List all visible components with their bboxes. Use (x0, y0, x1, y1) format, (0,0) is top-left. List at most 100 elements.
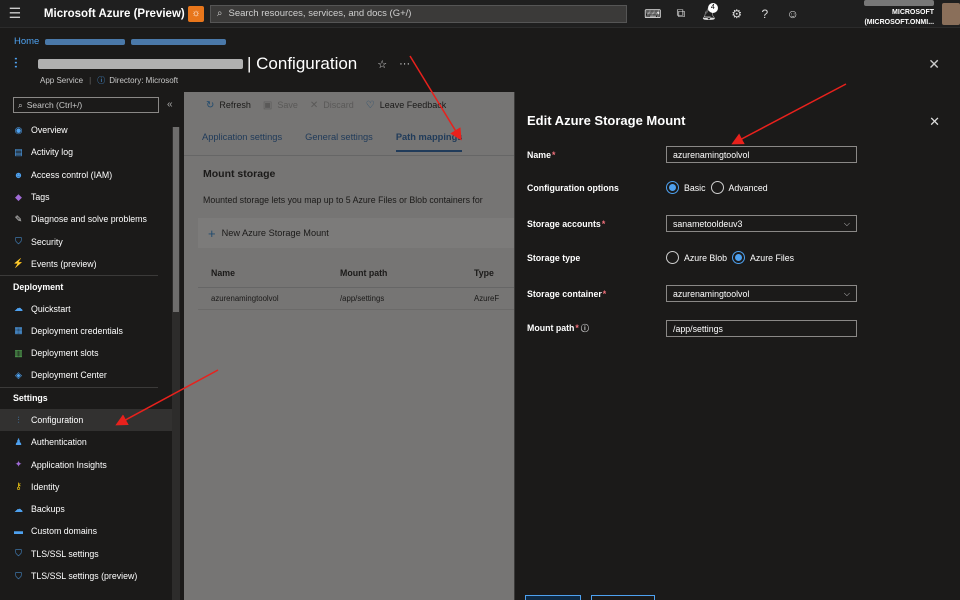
account-menu[interactable]: MICROSOFT (MICROSOFT.ONMI... (821, 0, 935, 28)
gear-icon[interactable]: ⚙ (723, 0, 751, 28)
top-bar: ☰ Microsoft Azure (Preview) ☼ ⌕ Search r… (0, 0, 960, 28)
radio-azure-blob[interactable]: Azure Blob (666, 251, 727, 264)
sidebar-item-deployment-center[interactable]: ◈ Deployment Center (0, 364, 172, 386)
sidebar-item-tls-ssl-settings[interactable]: ⛉ TLS/SSL settings (0, 543, 172, 565)
sidebar-item-label: Backups (31, 504, 65, 515)
radio-azure-blob-label[interactable]: Azure Blob (684, 253, 727, 263)
sidebar-item-tls-ssl-settings-preview[interactable]: ⛉ TLS/SSL settings (preview) (0, 565, 172, 587)
tab-general-settings[interactable]: General settings (305, 132, 373, 152)
close-page-icon[interactable]: ✕ (928, 56, 940, 73)
avatar[interactable] (942, 2, 960, 25)
sidebar-item-label: Overview (31, 125, 68, 136)
menu-list: ◉ Overview ▤ Activity log ☻ Access control (I… (0, 119, 172, 587)
sidebar-item-identity[interactable]: ⚷ Identity (0, 476, 172, 498)
table-header: Name Mount path Type (198, 258, 514, 288)
tab-application-settings[interactable]: Application settings (202, 132, 282, 152)
menu-scrollbar[interactable] (172, 127, 180, 600)
sidebar-item-custom-domains[interactable]: ▬ Custom domains (0, 520, 172, 542)
sidebar-item-tags[interactable]: ◆ Tags (0, 186, 172, 208)
name-label: Name* (527, 150, 666, 160)
radio-basic[interactable]: Basic (666, 181, 706, 194)
storage-accounts-dropdown[interactable]: sanametooldeuv3 ⌵ (666, 215, 857, 232)
radio-azure-files[interactable]: Azure Files (732, 251, 794, 264)
refresh-button[interactable]: ↻ Refresh (206, 100, 251, 111)
page-subtitle: App Service | ⓘ Directory: Microsoft (40, 75, 178, 86)
sidebar-item-access-control-iam[interactable]: ☻ Access control (IAM) (0, 164, 172, 186)
sidebar-item-security[interactable]: ⛉ Security (0, 230, 172, 252)
page-title: | Configuration (247, 54, 358, 73)
cloud-shell-icon[interactable]: ⌨ (639, 0, 667, 28)
shield-icon: ⛉ (15, 548, 22, 559)
sidebar-item-overview[interactable]: ◉ Overview (0, 119, 172, 141)
radio-advanced-indicator[interactable] (710, 181, 724, 194)
section-description: Mounted storage lets you map up to 5 Azu… (203, 195, 483, 205)
radio-azure-blob-indicator[interactable] (666, 251, 679, 264)
bell-icon[interactable]: 🔔︎ 4 (695, 0, 723, 28)
mount-path-field[interactable]: /app/settings (666, 320, 857, 337)
leave-feedback-button[interactable]: ♡ Leave Feedback (366, 100, 447, 111)
row-name[interactable]: azurenamingtoolvol (198, 294, 340, 303)
global-search-input[interactable]: ⌕ Search resources, services, and docs (… (209, 4, 627, 23)
table-row[interactable]: azurenamingtoolvol /app/settings AzureF (198, 288, 514, 310)
sidebar-item-label: Custom domains (31, 526, 98, 537)
menu-icon[interactable]: ☰ (0, 0, 30, 28)
sidebar-item-diagnose-and-solve-problems[interactable]: ✎ Diagnose and solve problems (0, 208, 172, 230)
storage-container-dropdown[interactable]: azurenamingtoolvol ⌵ (666, 285, 857, 302)
sidebar-item-activity-log[interactable]: ▤ Activity log (0, 141, 172, 163)
discard-button[interactable]: ✕ Discard (310, 100, 354, 111)
menu-search-placeholder: Search (Ctrl+/) (26, 100, 83, 110)
sidebar-item-label: Activity log (31, 147, 74, 158)
settings-tabs: Application settings General settings Pa… (202, 132, 485, 152)
sidebar-item-deployment-slots[interactable]: ▥ Deployment slots (0, 342, 172, 364)
name-field[interactable]: azurenamingtoolvol (666, 146, 857, 163)
favorite-star-icon[interactable]: ☆ (377, 58, 387, 71)
sidebar-item-quickstart[interactable]: ☁ Quickstart (0, 297, 172, 319)
radio-azure-files-indicator[interactable] (732, 251, 746, 264)
radio-azure-files-label[interactable]: Azure Files (750, 253, 794, 263)
breadcrumb-home[interactable]: Home (14, 36, 39, 47)
required-marker: * (601, 218, 606, 229)
ok-button[interactable] (525, 595, 581, 600)
bug-icon[interactable]: ☼ (187, 5, 204, 22)
radio-advanced[interactable]: Advanced (710, 181, 768, 194)
feedback-icon[interactable]: ☺ (779, 0, 807, 28)
more-options-icon[interactable]: ··· (399, 58, 410, 70)
scrollbar-thumb[interactable] (173, 127, 179, 312)
storage-accounts-row: Storage accounts* sanametooldeuv3 ⌵ (527, 215, 857, 232)
portal-brand[interactable]: Microsoft Azure (Preview) (44, 8, 185, 20)
help-icon[interactable]: ? (751, 0, 779, 28)
sidebar-item-label: Deployment slots (31, 348, 99, 359)
radio-basic-indicator[interactable] (666, 181, 679, 194)
sidebar-item-deployment-credentials[interactable]: ▦ Deployment credentials (0, 320, 172, 342)
account-tenant: MICROSOFT (MICROSOFT.ONMI... (864, 8, 935, 26)
collapse-menu-icon[interactable]: « (167, 99, 173, 110)
mount-path-label-text: Mount path (527, 323, 575, 333)
sidebar-item-configuration[interactable]: ⫶ Configuration (0, 408, 172, 432)
sidebar-item-authentication[interactable]: ♟ Authentication (0, 431, 172, 453)
slots-icon: ▥ (14, 347, 23, 358)
radio-advanced-label[interactable]: Advanced (729, 183, 768, 193)
sidebar-item-backups[interactable]: ☁ Backups (0, 498, 172, 520)
row-type: AzureF (474, 294, 500, 303)
directory-icon[interactable]: ⧉ (667, 0, 695, 28)
breadcrumb-redacted-1[interactable] (45, 38, 126, 45)
chevron-down-icon: ⌵ (843, 218, 850, 228)
breadcrumb-redacted-2[interactable] (131, 38, 227, 45)
sidebar-item-label: TLS/SSL settings (31, 548, 99, 559)
cancel-button[interactable] (591, 595, 655, 600)
sidebar-item-label: TLS/SSL settings (preview) (31, 571, 138, 582)
menu-search-input[interactable]: ⌕ Search (Ctrl+/) (13, 97, 159, 113)
sidebar-item-events-preview[interactable]: ⚡ Events (preview) (0, 253, 172, 275)
cube-icon: ◈ (15, 369, 22, 380)
column-header-name: Name (211, 267, 235, 278)
new-storage-mount-button[interactable]: + New Azure Storage Mount (198, 218, 514, 248)
tab-path-mappings[interactable]: Path mappings (395, 132, 463, 152)
sidebar-item-application-insights[interactable]: ✦ Application Insights (0, 453, 172, 475)
account-name-redacted (864, 0, 935, 6)
close-icon[interactable]: ✕ (929, 114, 940, 130)
radio-basic-label[interactable]: Basic (684, 183, 706, 193)
storage-container-label-text: Storage container (527, 288, 602, 299)
service-type: App Service (40, 76, 84, 85)
save-button[interactable]: ▣ Save (263, 100, 298, 111)
info-icon[interactable]: ⓘ (581, 324, 589, 333)
